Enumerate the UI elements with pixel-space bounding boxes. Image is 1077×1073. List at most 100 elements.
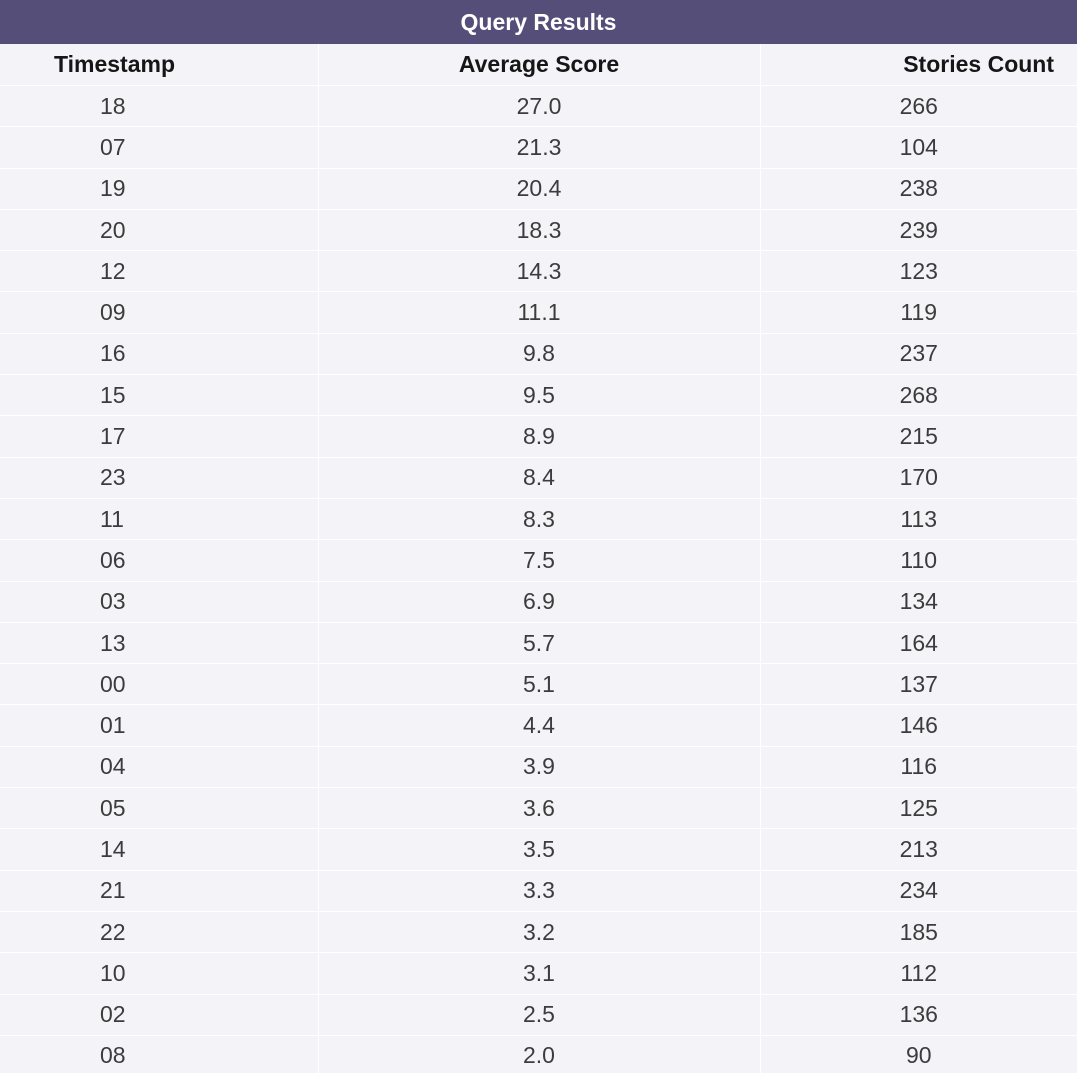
cell-stories-count: 268: [759, 374, 1077, 416]
cell-average-score: 3.1: [317, 952, 760, 995]
cell-stories-count: 213: [759, 828, 1077, 871]
table-row: 12 14.3 123: [0, 250, 1077, 292]
cell-timestamp: 04: [0, 745, 318, 788]
cell-stories-count: 113: [759, 497, 1077, 540]
table-row: 01 4.4 146: [0, 704, 1077, 747]
cell-stories-count: 238: [759, 167, 1077, 210]
cell-stories-count: 116: [759, 745, 1077, 788]
cell-stories-count: 164: [759, 621, 1077, 664]
cell-timestamp: 22: [0, 910, 318, 953]
cell-timestamp: 21: [0, 869, 318, 912]
cell-stories-count: 146: [759, 704, 1077, 747]
cell-timestamp: 03: [0, 580, 318, 623]
cell-average-score: 8.9: [317, 415, 760, 458]
cell-average-score: 14.3: [317, 250, 760, 292]
table-row: 03 6.9 134: [0, 580, 1077, 623]
cell-average-score: 3.9: [317, 745, 760, 788]
table-row: 23 8.4 170: [0, 456, 1077, 499]
cell-timestamp: 06: [0, 539, 318, 582]
table-row: 14 3.5 213: [0, 828, 1077, 871]
table-row: 18 27.0 266: [0, 84, 1077, 127]
cell-timestamp: 02: [0, 993, 318, 1036]
table-row: 04 3.9 116: [0, 745, 1077, 788]
cell-stories-count: 90: [759, 1034, 1077, 1073]
cell-stories-count: 137: [759, 663, 1077, 705]
cell-timestamp: 05: [0, 787, 318, 829]
cell-timestamp: 12: [0, 250, 318, 292]
table-row: 17 8.9 215: [0, 415, 1077, 458]
cell-average-score: 8.3: [317, 497, 760, 540]
cell-average-score: 7.5: [317, 539, 760, 582]
cell-timestamp: 15: [0, 374, 318, 416]
cell-stories-count: 266: [759, 84, 1077, 127]
cell-stories-count: 136: [759, 993, 1077, 1036]
column-header-average-score[interactable]: Average Score: [317, 44, 760, 86]
cell-timestamp: 14: [0, 828, 318, 871]
cell-timestamp: 09: [0, 291, 318, 334]
cell-timestamp: 08: [0, 1034, 318, 1073]
table-row: 13 5.7 164: [0, 621, 1077, 664]
cell-timestamp: 13: [0, 621, 318, 664]
cell-average-score: 3.5: [317, 828, 760, 871]
cell-stories-count: 119: [759, 291, 1077, 334]
column-header-stories-count[interactable]: Stories Count: [759, 44, 1077, 86]
cell-average-score: 21.3: [317, 126, 760, 169]
table-row: 02 2.5 136: [0, 993, 1077, 1036]
cell-average-score: 9.8: [317, 332, 760, 375]
table-row: 09 11.1 119: [0, 291, 1077, 334]
cell-timestamp: 23: [0, 456, 318, 499]
cell-average-score: 5.7: [317, 621, 760, 664]
table-row: 20 18.3 239: [0, 208, 1077, 251]
table-row: 11 8.3 113: [0, 497, 1077, 540]
cell-stories-count: 185: [759, 910, 1077, 953]
cell-average-score: 9.5: [317, 374, 760, 416]
cell-average-score: 8.4: [317, 456, 760, 499]
header-row: Timestamp Average Score Stories Count: [0, 44, 1077, 86]
table-row: 08 2.0 90: [0, 1034, 1077, 1073]
table-row: 05 3.6 125: [0, 787, 1077, 829]
cell-stories-count: 234: [759, 869, 1077, 912]
cell-stories-count: 134: [759, 580, 1077, 623]
cell-average-score: 5.1: [317, 663, 760, 705]
cell-stories-count: 123: [759, 250, 1077, 292]
column-header-timestamp[interactable]: Timestamp: [0, 44, 318, 86]
cell-timestamp: 17: [0, 415, 318, 458]
table-row: 22 3.2 185: [0, 910, 1077, 953]
table-row: 10 3.1 112: [0, 952, 1077, 995]
table-row: 06 7.5 110: [0, 539, 1077, 582]
table-title: Query Results: [0, 0, 1077, 44]
cell-timestamp: 19: [0, 167, 318, 210]
query-results-panel: Query Results Timestamp Average Score St…: [0, 0, 1077, 1073]
cell-stories-count: 125: [759, 787, 1077, 829]
table-row: 15 9.5 268: [0, 374, 1077, 416]
table-row: 21 3.3 234: [0, 869, 1077, 912]
cell-timestamp: 16: [0, 332, 318, 375]
cell-timestamp: 18: [0, 84, 318, 127]
table-row: 07 21.3 104: [0, 126, 1077, 169]
cell-timestamp: 20: [0, 208, 318, 251]
cell-stories-count: 239: [759, 208, 1077, 251]
cell-average-score: 3.6: [317, 787, 760, 829]
cell-average-score: 3.2: [317, 910, 760, 953]
cell-average-score: 18.3: [317, 208, 760, 251]
cell-average-score: 2.5: [317, 993, 760, 1036]
cell-stories-count: 110: [759, 539, 1077, 582]
table-row: 16 9.8 237: [0, 332, 1077, 375]
cell-average-score: 3.3: [317, 869, 760, 912]
cell-timestamp: 00: [0, 663, 318, 705]
table-row: 00 5.1 137: [0, 663, 1077, 705]
cell-timestamp: 11: [0, 497, 318, 540]
cell-stories-count: 237: [759, 332, 1077, 375]
cell-average-score: 4.4: [317, 704, 760, 747]
cell-timestamp: 07: [0, 126, 318, 169]
cell-stories-count: 215: [759, 415, 1077, 458]
cell-average-score: 6.9: [317, 580, 760, 623]
table-row: 19 20.4 238: [0, 167, 1077, 210]
table-body: 18 27.0 266 07 21.3 104 19 20.4 238 20 18.3 239 12 14…: [0, 84, 1077, 1073]
cell-timestamp: 01: [0, 704, 318, 747]
cell-stories-count: 112: [759, 952, 1077, 995]
cell-average-score: 11.1: [317, 291, 760, 334]
cell-average-score: 27.0: [317, 84, 760, 127]
cell-average-score: 20.4: [317, 167, 760, 210]
cell-stories-count: 104: [759, 126, 1077, 169]
